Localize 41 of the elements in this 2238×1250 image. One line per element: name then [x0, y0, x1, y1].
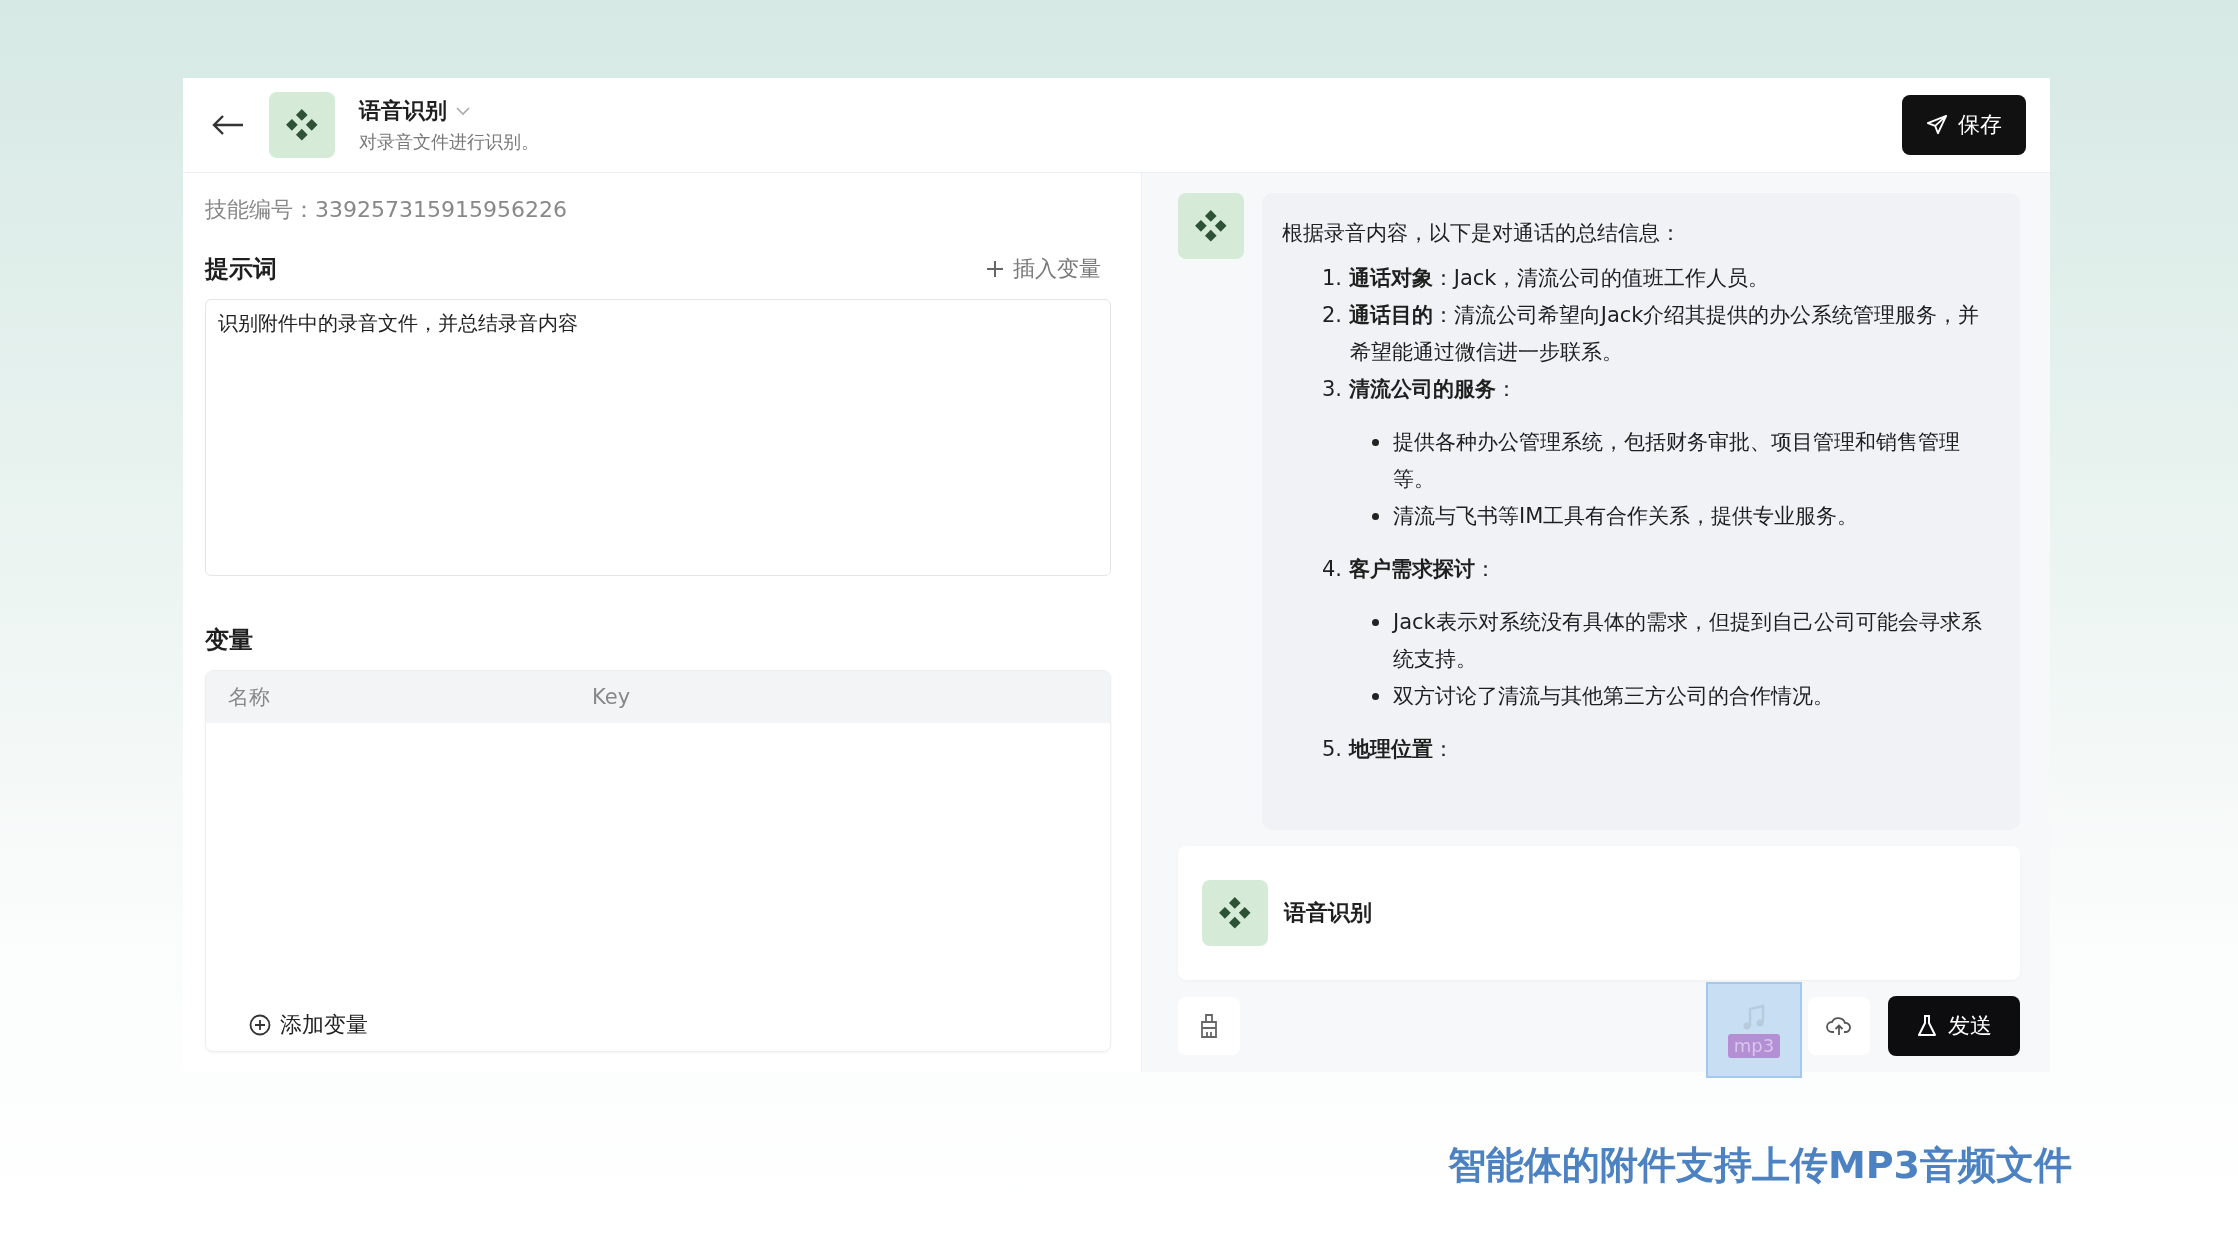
- bullet-icon: [1372, 513, 1379, 520]
- upload-button[interactable]: [1808, 997, 1870, 1055]
- agent-title: 语音识别: [359, 97, 447, 125]
- list-item: 3. 清流公司的服务：: [1321, 376, 1518, 403]
- list-item: 4. 客户需求探讨：: [1321, 556, 1497, 583]
- section-title: 变量: [205, 625, 253, 656]
- bullet-icon: [1372, 439, 1379, 446]
- list-item: 2. 通话目的：清流公司希望向Jack介绍其提供的办公系统管理服务，并希望能通过微信进一步联系。: [1321, 302, 1981, 366]
- column-header: 名称: [228, 684, 271, 711]
- brush-icon: [1198, 1013, 1220, 1039]
- back-arrow-icon[interactable]: [211, 113, 245, 137]
- bullet-icon: [1372, 619, 1379, 626]
- prompt-field[interactable]: 识别附件中的录音文件，并总结录音内容: [205, 299, 1111, 576]
- message-text: 根据录音内容，以下是对通话的总结信息：: [1282, 220, 1682, 247]
- bullet-icon: [1372, 693, 1379, 700]
- agent-logo-icon: [1202, 880, 1268, 946]
- plus-circle-icon: [248, 1013, 272, 1037]
- send-button[interactable]: 发送: [1888, 996, 2020, 1056]
- input-card[interactable]: 语音识别: [1178, 846, 2020, 980]
- cloud-upload-icon: [1826, 1015, 1852, 1037]
- caption: 智能体的附件支持上传MP3音频文件: [1446, 1142, 2072, 1189]
- agent-logo-icon: [269, 92, 335, 158]
- list-item: 提供各种办公管理系统，包括财务审批、项目管理和销售管理等。: [1393, 429, 1961, 493]
- skill-id: 技能编号：339257315915956226: [205, 196, 568, 224]
- agent-logo-icon: [1178, 193, 1244, 259]
- clear-button[interactable]: [1178, 997, 1240, 1055]
- agent-description: 对录音文件进行识别。: [359, 130, 540, 154]
- list-item: 1. 通话对象：Jack，清流公司的值班工作人员。: [1321, 265, 1771, 292]
- save-button[interactable]: 保存: [1902, 95, 2026, 155]
- list-item: 清流与飞书等IM工具有合作关系，提供专业服务。: [1393, 503, 1859, 530]
- list-item: 双方讨论了清流与其他第三方公司的合作情况。: [1393, 683, 1834, 710]
- plus-icon: [985, 259, 1005, 279]
- agent-name: 语音识别: [1284, 899, 1372, 927]
- list-item: Jack表示对系统没有具体的需求，但提到自己公司可能会寻求系统支持。: [1393, 609, 1983, 673]
- list-item: 5. 地理位置：: [1321, 736, 1455, 763]
- flask-icon: [1916, 1014, 1938, 1038]
- send-icon: [1926, 114, 1948, 136]
- add-variable-button[interactable]: 添加变量: [242, 1009, 374, 1041]
- insert-variable-button[interactable]: 插入变量: [975, 254, 1111, 284]
- section-title: 提示词: [205, 254, 277, 285]
- column-header: Key: [592, 685, 632, 709]
